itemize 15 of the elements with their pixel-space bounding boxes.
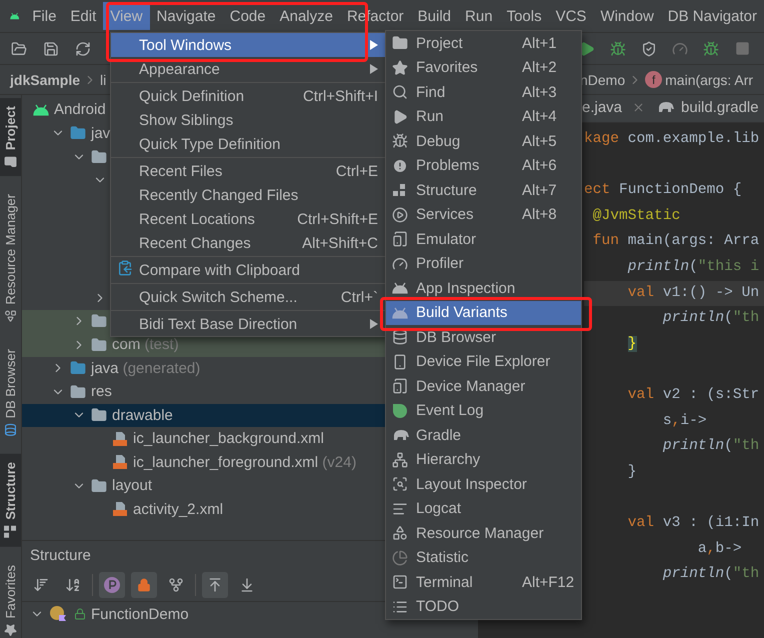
code-line: println("th <box>662 437 760 456</box>
code-line: ect FunctionDemo { <box>584 181 743 200</box>
code-line: println("th <box>662 565 760 584</box>
code-line: val v3 : (i1:In <box>626 514 760 533</box>
code-line: kage com.example.lib <box>584 130 760 149</box>
code-line: println("th <box>662 309 760 328</box>
code-line: @JvmStatic <box>592 206 682 226</box>
function-badge: f <box>645 71 662 88</box>
code-line: a,b-> <box>696 540 743 558</box>
code-line: s,i-> <box>662 412 708 431</box>
panel-title: Structure <box>30 546 91 564</box>
code-line: val v2 : (s:Str <box>626 386 760 405</box>
code-line: fun main(args: Arra <box>592 232 760 252</box>
code-line: } <box>626 462 638 482</box>
code-line: println("this i <box>626 258 760 277</box>
